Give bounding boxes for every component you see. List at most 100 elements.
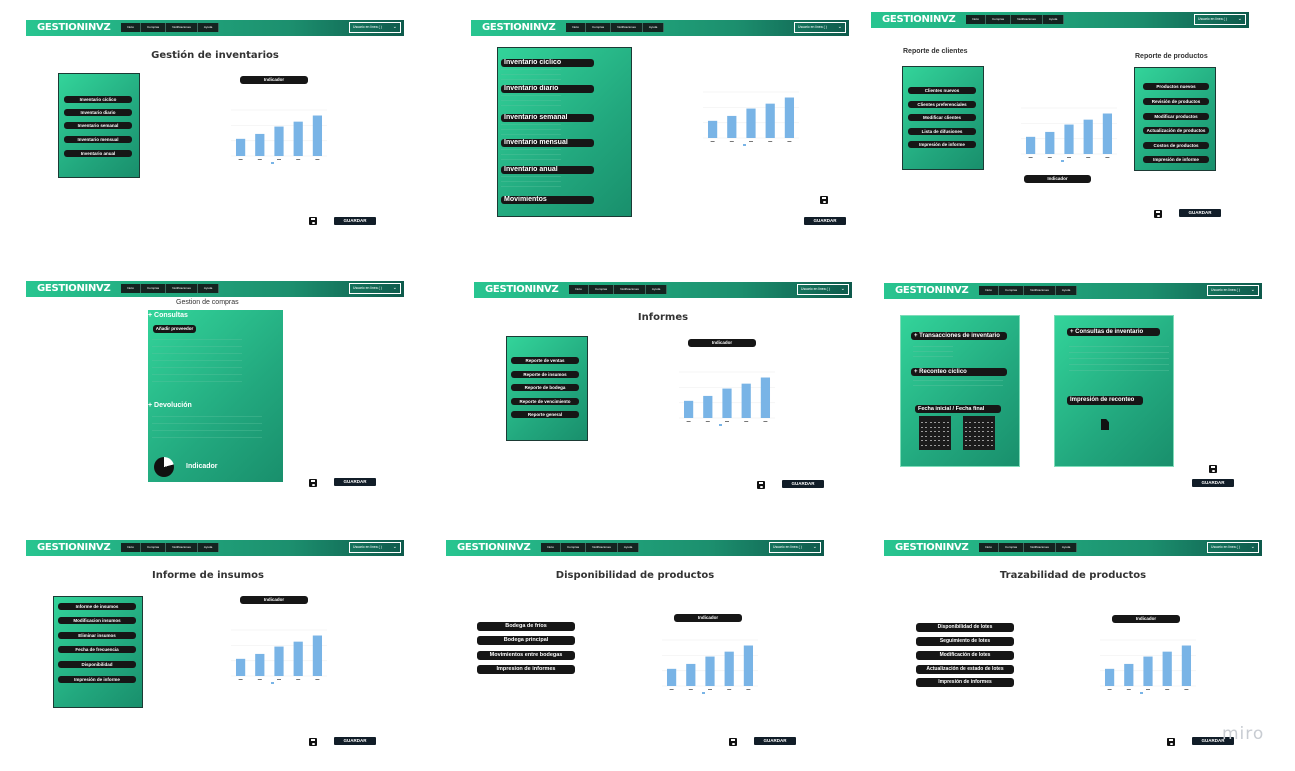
calendar-day[interactable] bbox=[921, 422, 923, 423]
menu-item[interactable]: Inventario semanal bbox=[501, 114, 594, 122]
calendar-day[interactable] bbox=[973, 426, 976, 428]
calendar-day[interactable] bbox=[977, 440, 980, 441]
calendar-day[interactable] bbox=[921, 426, 923, 428]
print-recount-button[interactable]: Impresión de reconteo bbox=[1067, 396, 1143, 405]
calendar-day[interactable] bbox=[942, 440, 945, 441]
calendar-day[interactable] bbox=[946, 435, 949, 437]
save-button[interactable]: GUARDAR bbox=[782, 480, 824, 488]
calendar-day[interactable] bbox=[990, 435, 993, 437]
devolucion-section[interactable]: + Devolución bbox=[148, 402, 192, 409]
save-icon[interactable] bbox=[820, 196, 828, 204]
consults-section[interactable]: + Consultas de inventario bbox=[1067, 328, 1160, 336]
save-icon[interactable] bbox=[1209, 465, 1217, 473]
calendar-day[interactable] bbox=[921, 431, 923, 432]
menu-item[interactable]: Inventario mensual bbox=[64, 136, 132, 143]
menu-item[interactable]: Seguimiento de lotes bbox=[916, 637, 1014, 646]
save-button[interactable]: GUARDAR bbox=[754, 737, 796, 745]
calendar-day[interactable] bbox=[990, 422, 993, 423]
calendar-day[interactable] bbox=[965, 435, 967, 437]
calendar-day[interactable] bbox=[925, 426, 928, 428]
menu-item[interactable]: Movimientos entre bodegas bbox=[477, 651, 575, 660]
calendar-day[interactable] bbox=[925, 435, 928, 437]
nav-inicio[interactable]: Inicio bbox=[121, 284, 142, 293]
nav-inicio[interactable]: Inicio bbox=[121, 543, 142, 552]
add-provider-button[interactable]: Añadir proveedor bbox=[153, 325, 196, 333]
user-dropdown[interactable]: Usuario en línea ( ) ⌄ bbox=[349, 542, 401, 553]
menu-item[interactable]: Actualización de estado de lotes bbox=[916, 665, 1014, 674]
save-button[interactable]: GUARDAR bbox=[1179, 209, 1221, 217]
calendar-day[interactable] bbox=[986, 422, 989, 423]
menu-item[interactable]: Reporte de insumos bbox=[511, 371, 579, 378]
nav-notificaciones[interactable]: Notificaciones bbox=[166, 543, 198, 552]
transactions-section[interactable]: + Transacciones de inventario bbox=[911, 332, 1007, 340]
nav-ayuda[interactable]: Ayuda bbox=[1042, 15, 1065, 24]
calendar-day[interactable] bbox=[990, 444, 993, 446]
menu-item[interactable]: Eliminar insumos bbox=[58, 632, 136, 639]
menu-item[interactable]: Disponibilidad bbox=[58, 661, 136, 668]
nav-notificaciones[interactable]: Notificaciones bbox=[586, 543, 618, 552]
menu-item[interactable]: Informe de insumos bbox=[58, 603, 136, 610]
calendar-day[interactable] bbox=[965, 440, 967, 441]
menu-item[interactable]: Revisión de productos bbox=[1143, 98, 1209, 105]
menu-item[interactable]: Movimientos bbox=[501, 196, 594, 204]
calendar-day[interactable] bbox=[938, 426, 941, 428]
end-date-calendar[interactable] bbox=[963, 416, 995, 450]
calendar-day[interactable] bbox=[986, 440, 989, 441]
nav-inicio[interactable]: Inicio bbox=[569, 285, 590, 294]
menu-item[interactable]: Impresión de informe bbox=[58, 676, 136, 683]
calendar-day[interactable] bbox=[977, 431, 980, 432]
nav-inicio[interactable]: Inicio bbox=[541, 543, 562, 552]
user-dropdown[interactable]: Usuario en línea ( ) ⌄ bbox=[1207, 285, 1259, 296]
nav-notificaciones[interactable]: Notificaciones bbox=[1024, 286, 1056, 295]
menu-item[interactable]: Impresión de informe bbox=[1143, 156, 1209, 163]
calendar-day[interactable] bbox=[933, 440, 936, 441]
menu-item[interactable]: Reporte de vencimiento bbox=[511, 398, 579, 405]
save-icon[interactable] bbox=[1154, 210, 1162, 218]
calendar-day[interactable] bbox=[938, 422, 941, 423]
nav-inicio[interactable]: Inicio bbox=[979, 543, 1000, 552]
calendar-day[interactable] bbox=[990, 440, 993, 441]
save-button[interactable]: GUARDAR bbox=[334, 478, 376, 486]
calendar-day[interactable] bbox=[942, 435, 945, 437]
menu-item[interactable]: Bodega de fríos bbox=[477, 622, 575, 631]
save-button[interactable]: GUARDAR bbox=[1192, 479, 1234, 487]
calendar-day[interactable] bbox=[990, 426, 993, 428]
consultas-section[interactable]: + Consultas bbox=[148, 312, 188, 319]
calendar-day[interactable] bbox=[938, 440, 941, 441]
nav-ayuda[interactable]: Ayuda bbox=[197, 543, 220, 552]
calendar-day[interactable] bbox=[933, 422, 936, 423]
menu-item[interactable]: Reporte general bbox=[511, 411, 579, 418]
save-button[interactable]: GUARDAR bbox=[334, 737, 376, 745]
menu-item[interactable]: Actualización de productos bbox=[1143, 127, 1209, 134]
menu-item[interactable]: Disponibilidad de lotes bbox=[916, 623, 1014, 632]
nav-compras[interactable]: Compras bbox=[561, 543, 587, 552]
menu-item[interactable]: Impresión de informe bbox=[908, 141, 976, 148]
nav-notificaciones[interactable]: Notificaciones bbox=[614, 285, 646, 294]
nav-compras[interactable]: Compras bbox=[141, 23, 167, 32]
menu-item[interactable]: Modificación de lotes bbox=[916, 651, 1014, 660]
calendar-day[interactable] bbox=[921, 440, 923, 441]
calendar-day[interactable] bbox=[942, 444, 945, 446]
nav-compras[interactable]: Compras bbox=[141, 543, 167, 552]
menu-item[interactable]: Productos nuevos bbox=[1143, 83, 1209, 90]
calendar-day[interactable] bbox=[973, 444, 976, 446]
user-dropdown[interactable]: Usuario en línea ( ) ⌄ bbox=[797, 284, 849, 295]
nav-ayuda[interactable]: Ayuda bbox=[197, 284, 220, 293]
calendar-day[interactable] bbox=[942, 422, 945, 423]
calendar-day[interactable] bbox=[977, 444, 980, 446]
calendar-day[interactable] bbox=[969, 431, 972, 432]
nav-notificaciones[interactable]: Notificaciones bbox=[166, 23, 198, 32]
calendar-day[interactable] bbox=[925, 440, 928, 441]
calendar-day[interactable] bbox=[929, 435, 932, 437]
calendar-day[interactable] bbox=[942, 431, 945, 432]
nav-inicio[interactable]: Inicio bbox=[979, 286, 1000, 295]
save-icon[interactable] bbox=[729, 738, 737, 746]
user-dropdown[interactable]: Usuario en línea ( ) ⌄ bbox=[349, 283, 401, 294]
calendar-day[interactable] bbox=[946, 431, 949, 432]
calendar-day[interactable] bbox=[929, 422, 932, 423]
calendar-day[interactable] bbox=[973, 422, 976, 423]
calendar-day[interactable] bbox=[925, 422, 928, 423]
calendar-day[interactable] bbox=[973, 435, 976, 437]
user-dropdown[interactable]: Usuario en línea ( ) ⌄ bbox=[1207, 542, 1259, 553]
nav-notificaciones[interactable]: Notificaciones bbox=[1024, 543, 1056, 552]
